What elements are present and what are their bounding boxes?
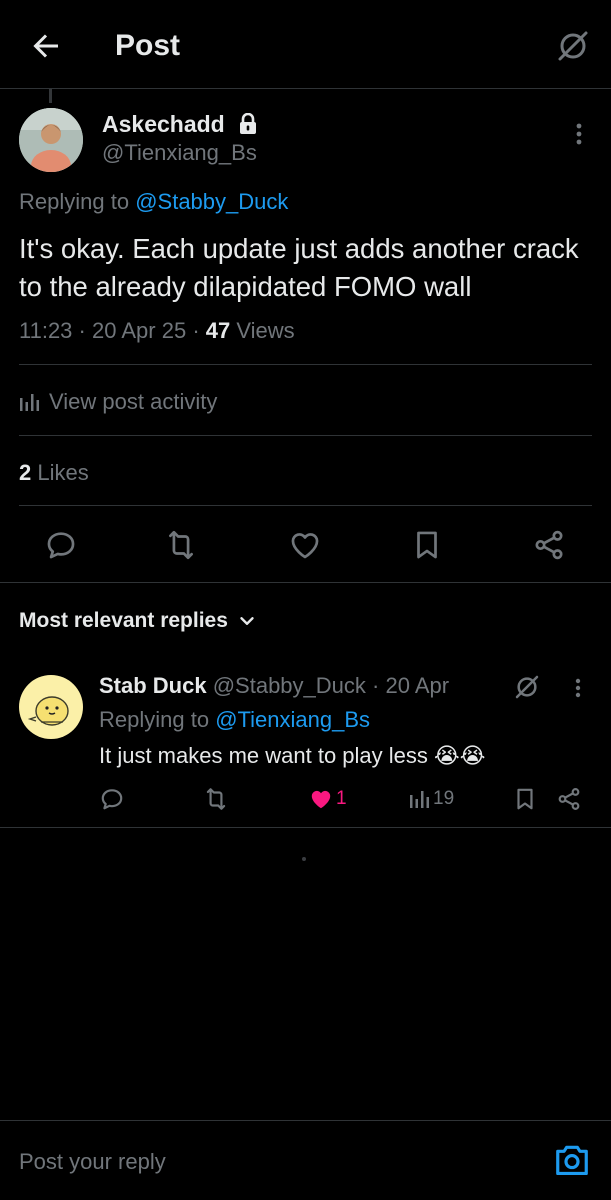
header-divider bbox=[0, 88, 611, 89]
meta-separator: · bbox=[192, 318, 200, 343]
replying-handle-link[interactable]: @Tienxiang_Bs bbox=[215, 707, 370, 732]
reply-separator: · bbox=[372, 673, 380, 698]
reply-composer-input[interactable]: Post your reply bbox=[19, 1146, 539, 1178]
replies-sort-label: Most relevant replies bbox=[19, 609, 228, 632]
divider bbox=[0, 582, 611, 583]
bookmark-icon bbox=[517, 788, 533, 810]
bookmark-icon bbox=[417, 531, 437, 559]
chevron-down-icon bbox=[240, 617, 254, 625]
divider bbox=[19, 364, 592, 365]
more-vertical-icon bbox=[576, 123, 582, 145]
replying-prefix: Replying to bbox=[99, 707, 210, 732]
reply-button[interactable] bbox=[44, 528, 78, 562]
user-photo-icon bbox=[19, 108, 83, 172]
bookmark-button[interactable] bbox=[410, 528, 444, 562]
likes-count: 2 bbox=[19, 460, 32, 485]
views-count: 47 bbox=[205, 318, 231, 343]
reply-author-handle[interactable]: @Stabby_Duck bbox=[213, 673, 366, 698]
reply-like-count: 1 bbox=[336, 788, 347, 809]
analytics-icon bbox=[20, 394, 39, 411]
reply-share-button[interactable] bbox=[556, 786, 582, 812]
camera-button[interactable] bbox=[553, 1142, 591, 1178]
heart-icon bbox=[291, 533, 319, 559]
reply-icon bbox=[101, 789, 123, 810]
grok-button[interactable] bbox=[555, 28, 591, 64]
reply-repost-button[interactable] bbox=[203, 786, 229, 812]
more-vertical-icon bbox=[575, 678, 581, 698]
loading-indicator bbox=[302, 857, 306, 861]
repost-icon bbox=[206, 788, 226, 810]
view-activity-link[interactable]: View post activity bbox=[19, 386, 217, 418]
grok-icon bbox=[515, 675, 539, 699]
arrow-left-icon bbox=[33, 34, 58, 58]
reply-bookmark-button[interactable] bbox=[512, 786, 538, 812]
post-time: 11:23 bbox=[19, 318, 73, 343]
post-text: It's okay. Each update just adds another… bbox=[19, 233, 579, 302]
replying-handle-link[interactable]: @Stabby_Duck bbox=[135, 189, 288, 214]
lock-icon bbox=[238, 113, 258, 135]
repost-icon bbox=[169, 530, 193, 560]
more-button[interactable] bbox=[565, 118, 593, 150]
reply-author-name[interactable]: Stab Duck bbox=[99, 673, 207, 698]
reply-like-button[interactable]: 1 bbox=[308, 786, 347, 812]
likes-summary[interactable]: 2 Likes bbox=[19, 458, 89, 488]
share-icon bbox=[558, 788, 580, 810]
grok-icon bbox=[558, 31, 588, 61]
page-title: Post bbox=[115, 29, 181, 62]
back-button[interactable] bbox=[28, 28, 64, 64]
reply-icon bbox=[47, 532, 75, 559]
reply-views[interactable]: 19 bbox=[409, 786, 454, 812]
reply-avatar[interactable] bbox=[19, 675, 83, 739]
like-button[interactable] bbox=[288, 528, 322, 562]
heart-filled-icon bbox=[311, 790, 331, 809]
share-icon bbox=[535, 530, 563, 560]
replying-to: Replying to @Stabby_Duck bbox=[19, 188, 288, 216]
divider bbox=[0, 827, 611, 828]
views-label: Views bbox=[236, 318, 295, 343]
reply-more-button[interactable] bbox=[566, 673, 590, 703]
post-meta: 11:23 · 20 Apr 25 · 47 Views bbox=[19, 316, 295, 346]
likes-label: Likes bbox=[37, 460, 89, 485]
thread-line bbox=[49, 89, 52, 103]
replies-sort-dropdown[interactable]: Most relevant replies bbox=[19, 606, 258, 636]
analytics-icon bbox=[410, 791, 429, 808]
avatar[interactable] bbox=[19, 108, 83, 172]
divider bbox=[19, 435, 592, 436]
reply-views-count: 19 bbox=[433, 788, 455, 809]
author-handle[interactable]: @Tienxiang_Bs bbox=[102, 140, 257, 166]
reply-text: It just makes me want to play less 😭😭 bbox=[99, 743, 486, 768]
reply-header: Stab Duck @Stabby_Duck · 20 Apr bbox=[99, 672, 449, 700]
reply-reply-button[interactable] bbox=[99, 786, 125, 812]
camera-icon bbox=[556, 1145, 588, 1176]
view-activity-label: View post activity bbox=[49, 389, 218, 414]
composer-divider bbox=[0, 1120, 611, 1121]
share-button[interactable] bbox=[532, 528, 566, 562]
replying-prefix: Replying to bbox=[19, 189, 130, 214]
post-date: 20 Apr 25 bbox=[92, 318, 187, 343]
reply-grok-button[interactable] bbox=[512, 672, 542, 702]
meta-separator: · bbox=[78, 318, 86, 343]
duck-icon bbox=[27, 696, 69, 726]
divider bbox=[19, 505, 592, 506]
repost-button[interactable] bbox=[164, 528, 198, 562]
reply-date: 20 Apr bbox=[385, 673, 450, 698]
reply-replying-to: Replying to @Tienxiang_Bs bbox=[99, 706, 370, 734]
author-name[interactable]: Askechadd bbox=[102, 110, 225, 138]
